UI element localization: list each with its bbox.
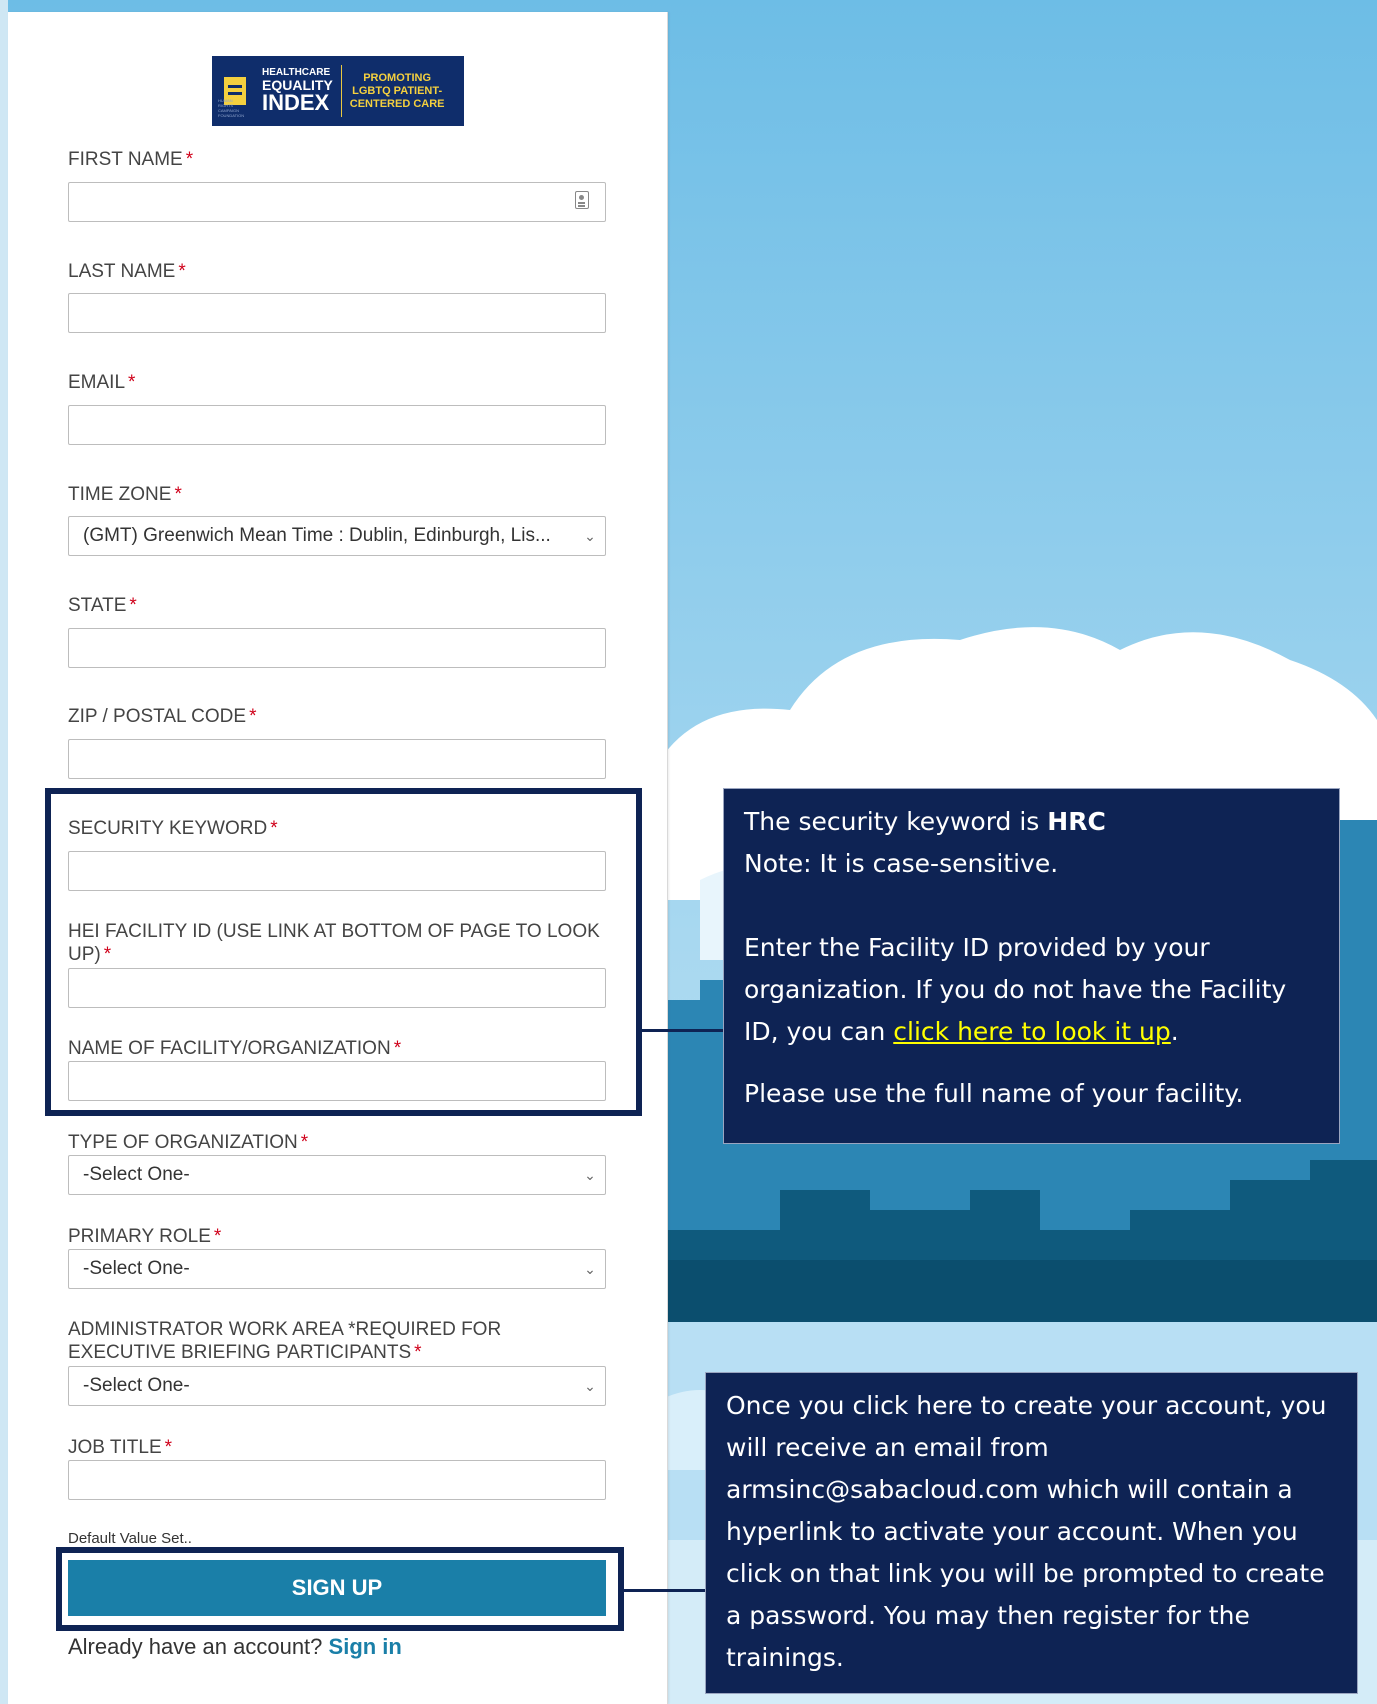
org-type-label: TYPE OF ORGANIZATION * [68,1132,309,1153]
email-label: EMAIL * [68,372,136,393]
time-zone-select[interactable]: (GMT) Greenwich Mean Time : Dublin, Edin… [68,516,606,556]
last-name-label: LAST NAME * [68,261,186,282]
last-name-input[interactable] [68,293,606,333]
org-type-select[interactable]: -Select One- ⌄ [68,1155,606,1195]
signup-button-highlight [56,1547,624,1631]
time-zone-label: TIME ZONE * [68,484,182,505]
email-input[interactable] [68,405,606,445]
sign-in-link[interactable]: Sign in [329,1634,402,1659]
job-title-input[interactable] [68,1460,606,1500]
sign-in-line: Already have an account? Sign in [68,1634,402,1659]
zip-input[interactable] [68,739,606,779]
signup-info-callout: Once you click here to create your accou… [705,1372,1358,1694]
first-name-input[interactable] [68,182,606,222]
chevron-down-icon: ⌄ [584,527,596,544]
admin-area-label: ADMINISTRATOR WORK AREA *REQUIRED FOR EX… [68,1319,502,1363]
chevron-down-icon: ⌄ [584,1377,596,1394]
state-label: STATE * [68,595,137,616]
admin-area-select[interactable]: -Select One- ⌄ [68,1366,606,1406]
facility-lookup-link[interactable]: click here to look it up [893,1017,1171,1046]
primary-role-label: PRIMARY ROLE * [68,1226,222,1247]
chevron-down-icon: ⌄ [584,1260,596,1277]
state-input[interactable] [68,628,606,668]
contact-card-icon[interactable] [575,191,589,209]
primary-role-select[interactable]: -Select One- ⌄ [68,1249,606,1289]
callout-connector-security [642,1029,724,1032]
job-title-label: JOB TITLE * [68,1437,173,1458]
security-keyword-callout: The security keyword is HRC Note: It is … [723,788,1340,1144]
callout-connector-signup [624,1589,706,1592]
default-value-note: Default Value Set.. [68,1530,192,1547]
first-name-label: FIRST NAME * [68,149,194,170]
chevron-down-icon: ⌄ [584,1166,596,1183]
zip-label: ZIP / POSTAL CODE * [68,706,257,727]
security-fields-highlight [45,788,642,1116]
